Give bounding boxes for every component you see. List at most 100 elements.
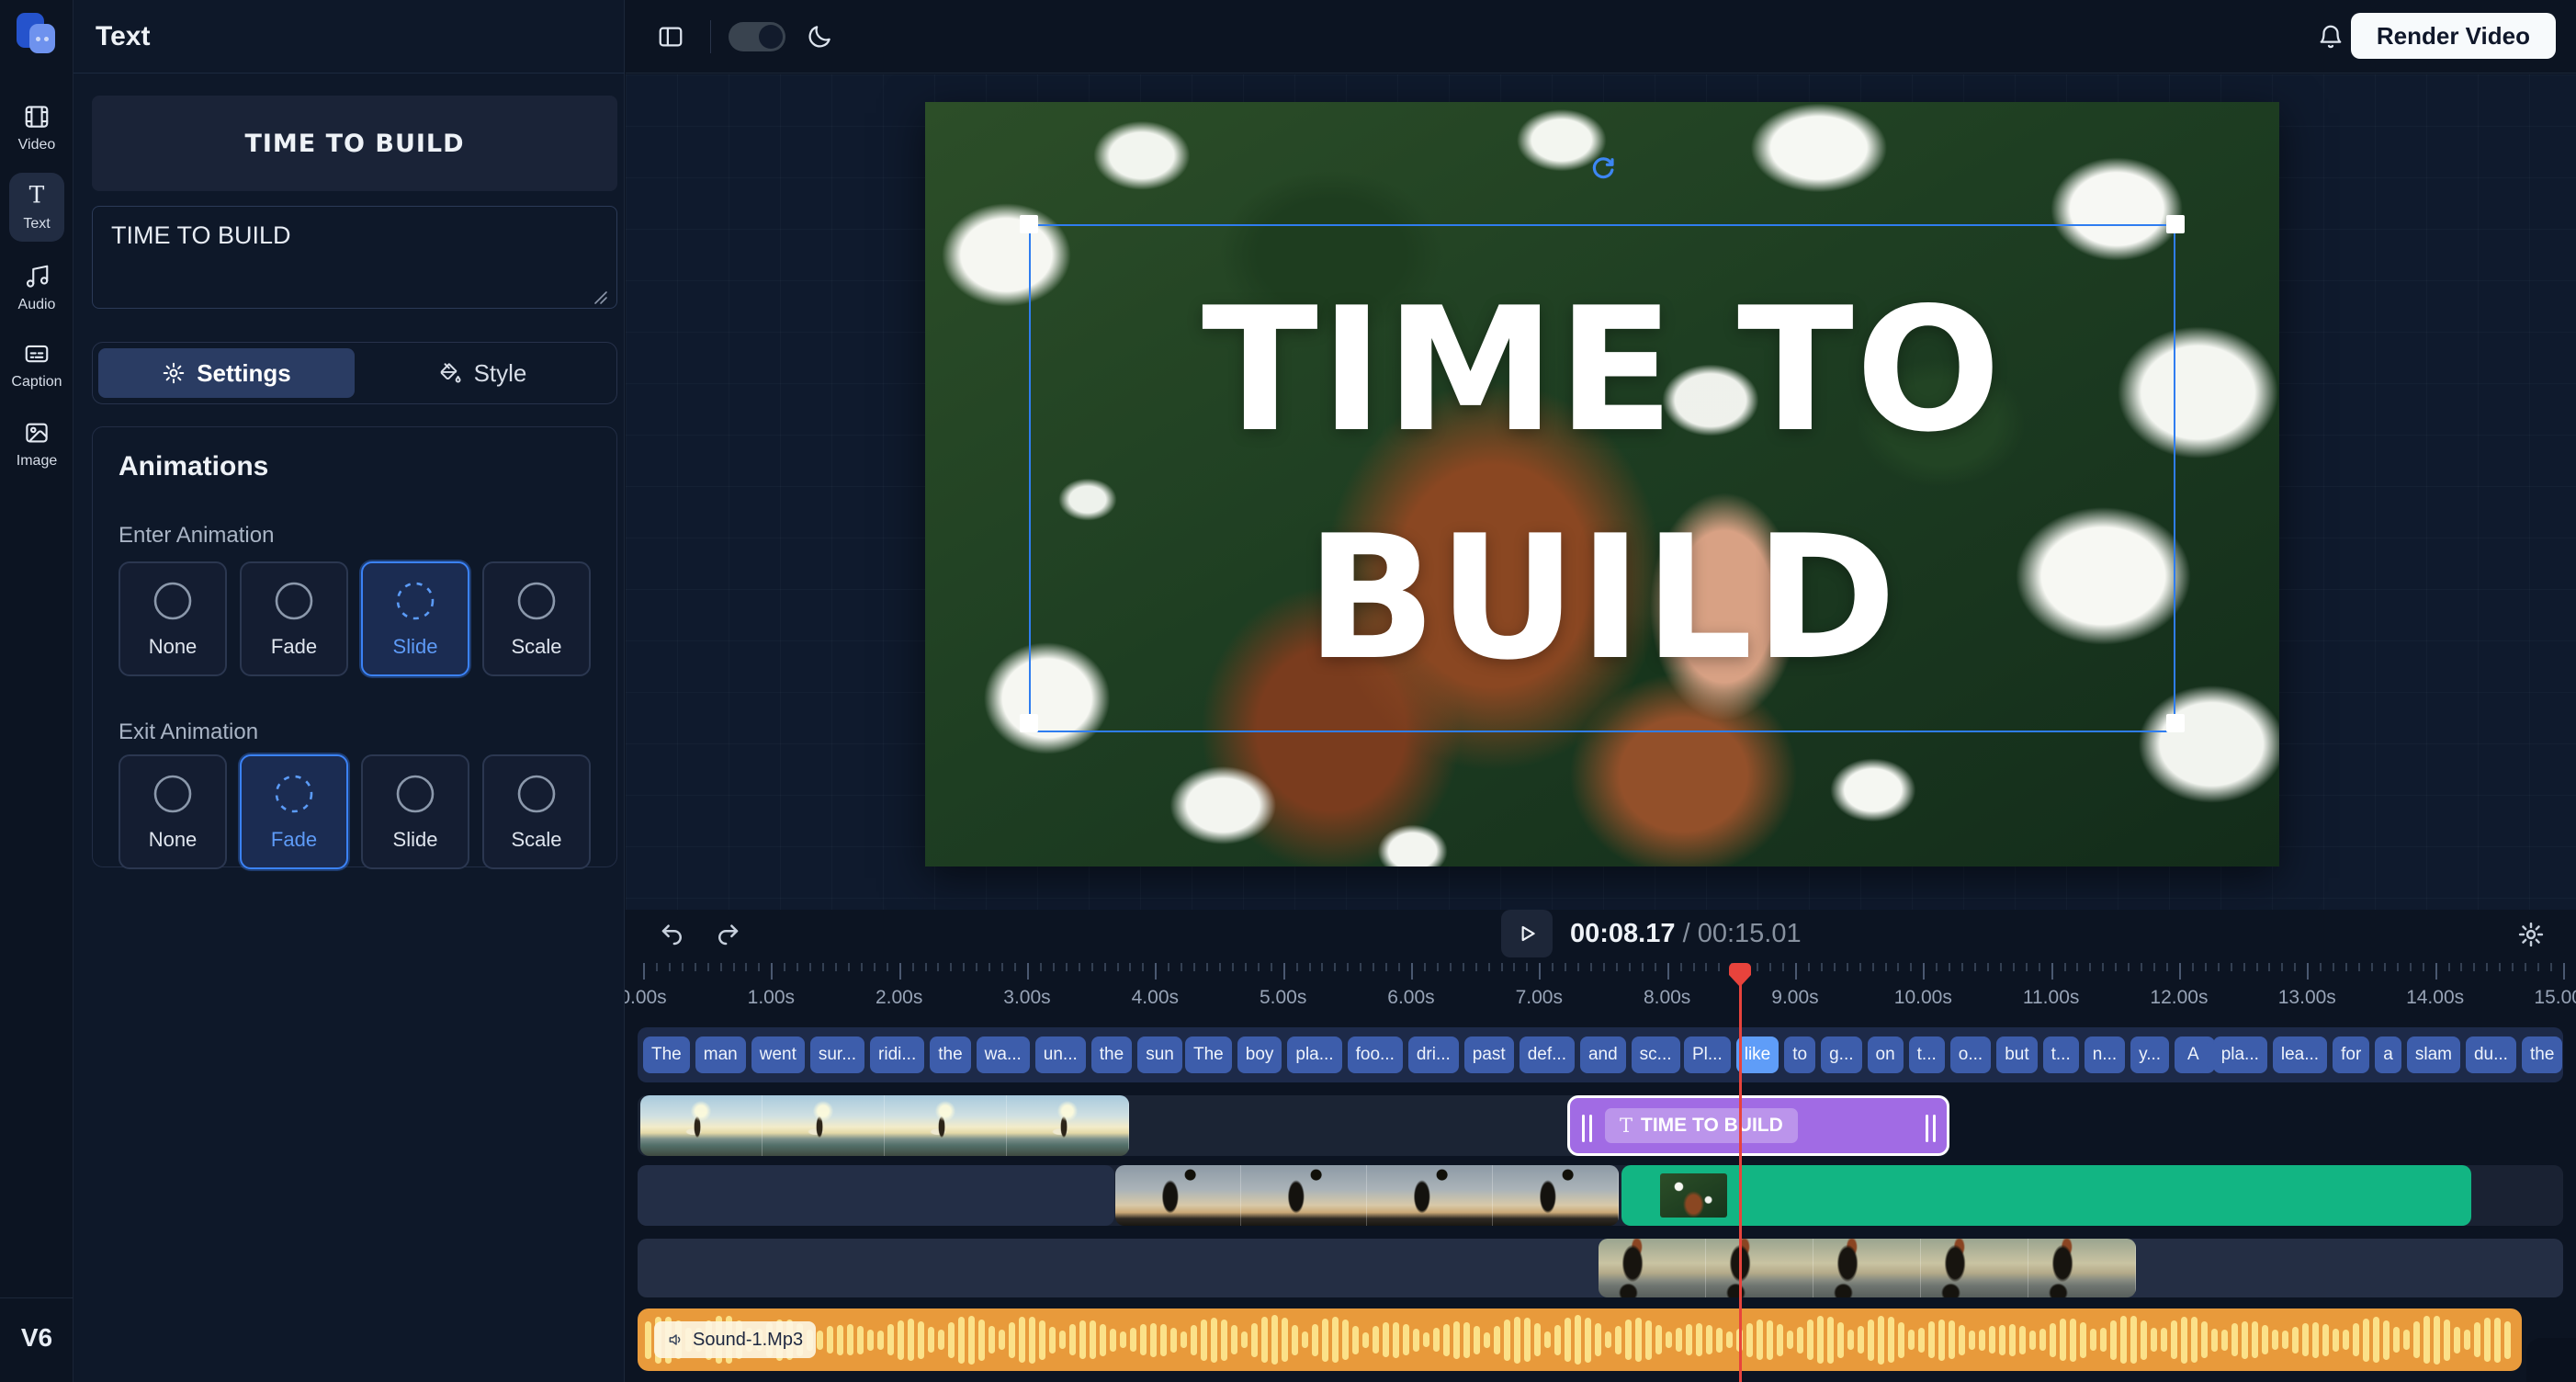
clip-right-trim-handle[interactable] <box>1921 1112 1939 1145</box>
playhead-line[interactable] <box>1739 963 1742 1382</box>
sidebar-item-text[interactable]: T Text <box>9 173 64 242</box>
cycling-video-clip[interactable] <box>1599 1239 2136 1297</box>
animation-option-slide[interactable]: Slide <box>361 754 469 869</box>
tab-style[interactable]: Style <box>355 348 611 398</box>
clip-left-trim-handle[interactable] <box>1577 1112 1596 1145</box>
caption-word-chip[interactable]: g... <box>1821 1036 1861 1073</box>
caption-word-chip[interactable]: like <box>1736 1036 1779 1073</box>
caption-word-chip[interactable]: to <box>1784 1036 1815 1073</box>
caption-word-chip[interactable]: n... <box>2085 1036 2125 1073</box>
green-clip[interactable] <box>1621 1165 2471 1226</box>
caption-word-chip[interactable]: Pl... <box>1684 1036 1731 1073</box>
caption-word-chip[interactable]: pla... <box>2213 1036 2267 1073</box>
caption-word-chip[interactable]: foo... <box>1348 1036 1403 1073</box>
waveform-bar <box>1504 1320 1510 1361</box>
animation-option-fade[interactable]: Fade <box>240 561 348 676</box>
caption-word-chip[interactable]: boy <box>1237 1036 1282 1073</box>
caption-word-chip[interactable]: A <box>2179 1036 2208 1073</box>
caption-word-chip[interactable]: un... <box>1035 1036 1086 1073</box>
selection-handle-sw[interactable] <box>1020 714 1038 732</box>
timeline[interactable]: 0.00s1.00s2.00s3.00s4.00s5.00s6.00s7.00s… <box>625 963 2576 1382</box>
empty-clip[interactable] <box>638 1165 1114 1226</box>
panel-toggle-icon[interactable] <box>657 23 684 51</box>
selection-handle-ne[interactable] <box>2166 215 2185 233</box>
caption-word-chip[interactable]: for <box>2333 1036 2369 1073</box>
waveform-bar <box>958 1317 965 1364</box>
caption-word-chip[interactable]: sun <box>1137 1036 1182 1073</box>
caption-word-chip[interactable]: pla... <box>1287 1036 1341 1073</box>
waveform-bar <box>2120 1316 2127 1364</box>
corner-badge: 621 <box>2526 1338 2576 1382</box>
animation-option-scale[interactable]: Scale <box>482 754 591 869</box>
waveform-bar <box>1069 1324 1076 1355</box>
caption-word-chip[interactable]: but <box>1996 1036 2037 1073</box>
caption-word-chip[interactable]: sc... <box>1632 1036 1680 1073</box>
undo-icon[interactable] <box>659 921 686 948</box>
redo-icon[interactable] <box>714 921 741 948</box>
surf-video-clip[interactable] <box>640 1095 1129 1156</box>
ruler-tick <box>1872 963 1874 971</box>
animation-option-none[interactable]: None <box>119 561 227 676</box>
video-preview-canvas[interactable]: TIME TO BUILD <box>925 102 2279 867</box>
sidebar-item-caption[interactable]: Caption <box>9 331 64 400</box>
selection-handle-se[interactable] <box>2166 714 2185 732</box>
caption-word-chip[interactable]: The <box>1185 1036 1232 1073</box>
text-style-preview[interactable]: TIME TO BUILD <box>92 96 617 191</box>
caption-word-chip[interactable]: lea... <box>2273 1036 2327 1073</box>
animation-option-fade[interactable]: Fade <box>240 754 348 869</box>
caption-word-chip[interactable]: a <box>2375 1036 2401 1073</box>
caption-word-chip[interactable]: the <box>2522 1036 2562 1073</box>
play-button[interactable] <box>1501 910 1553 957</box>
caption-word-chip[interactable]: on <box>1868 1036 1904 1073</box>
sidebar-item-label: Caption <box>11 374 62 391</box>
caption-word-chip[interactable]: The <box>643 1036 690 1073</box>
rotate-handle[interactable] <box>1588 155 1618 185</box>
caption-word-chip[interactable]: t... <box>2043 1036 2079 1073</box>
selection-box[interactable] <box>1029 224 2175 732</box>
caption-word-chip[interactable]: du... <box>2466 1036 2516 1073</box>
caption-word-chip[interactable]: slam <box>2407 1036 2460 1073</box>
moon-icon[interactable] <box>806 23 833 51</box>
caption-word-chip[interactable]: dri... <box>1408 1036 1459 1073</box>
sidebar-item-video[interactable]: Video <box>9 94 64 163</box>
caption-word-chip[interactable]: t... <box>1909 1036 1945 1073</box>
caption-word-chip[interactable]: man <box>695 1036 746 1073</box>
caption-word-chip[interactable]: sur... <box>810 1036 864 1073</box>
selection-handle-nw[interactable] <box>1020 215 1038 233</box>
soccer-video-clip[interactable] <box>1115 1165 1619 1226</box>
ruler-label: 4.00s <box>1132 987 1179 1009</box>
waveform-bar <box>1888 1317 1894 1363</box>
text-content-input[interactable]: TIME TO BUILD <box>92 206 617 309</box>
sidebar-item-image[interactable]: Image <box>9 410 64 479</box>
caption-word-chip[interactable]: o... <box>1950 1036 1991 1073</box>
render-video-button[interactable]: Render Video <box>2351 13 2556 59</box>
ruler-tick <box>2320 963 2322 971</box>
timeline-settings-gear-icon[interactable] <box>2517 921 2545 948</box>
animation-option-label: None <box>149 635 198 659</box>
textarea-resize-handle[interactable] <box>593 290 608 305</box>
audio-track-clip[interactable]: Sound-1.Mp3 <box>638 1308 2522 1371</box>
tab-settings[interactable]: Settings <box>98 348 355 398</box>
caption-word-chip[interactable]: the <box>930 1036 970 1073</box>
ruler-tick <box>2371 963 2373 971</box>
caption-word-chip[interactable]: and <box>1580 1036 1626 1073</box>
sidebar-item-audio[interactable]: Audio <box>9 254 64 323</box>
circle-icon <box>515 773 558 815</box>
caption-word-chip[interactable]: went <box>751 1036 805 1073</box>
caption-word-chip[interactable]: wa... <box>977 1036 1030 1073</box>
bell-icon[interactable] <box>2317 23 2344 51</box>
ruler-tick <box>2486 963 2488 971</box>
animation-option-slide[interactable]: Slide <box>361 561 469 676</box>
animation-option-scale[interactable]: Scale <box>482 561 591 676</box>
text-clip[interactable]: T TIME TO BUILD <box>1567 1095 1949 1156</box>
playhead-marker[interactable] <box>1729 963 1751 987</box>
animation-option-none[interactable]: None <box>119 754 227 869</box>
caption-word-chip[interactable]: past <box>1464 1036 1514 1073</box>
theme-toggle[interactable] <box>729 22 785 51</box>
app-logo-icon[interactable] <box>15 11 59 55</box>
caption-word-chip[interactable]: y... <box>2130 1036 2169 1073</box>
caption-word-chip[interactable]: def... <box>1520 1036 1575 1073</box>
waveform-bar <box>1615 1326 1621 1354</box>
caption-word-chip[interactable]: the <box>1091 1036 1132 1073</box>
caption-word-chip[interactable]: ridi... <box>870 1036 924 1073</box>
